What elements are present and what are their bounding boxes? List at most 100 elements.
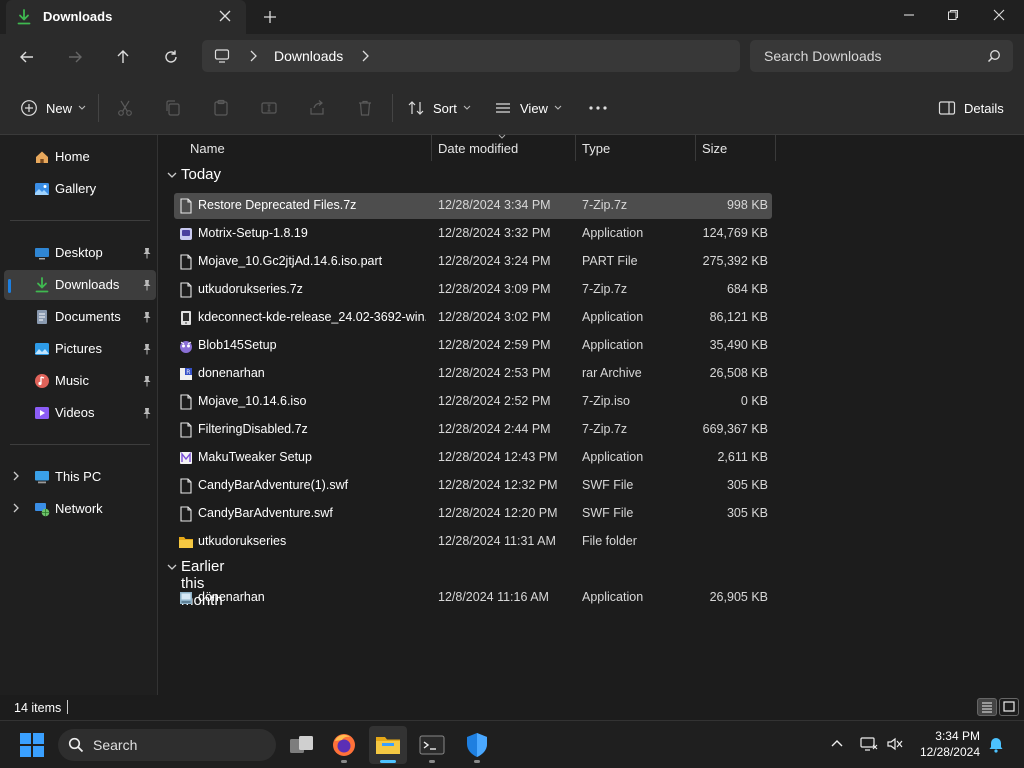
file-row[interactable]: Blob145Setup 12/28/2024 2:59 PM Applicatio… (174, 333, 772, 359)
file-type: Application (582, 338, 644, 352)
pin-icon[interactable] (142, 407, 152, 419)
sidebar-item-label: Music (55, 373, 89, 388)
column-header-name[interactable]: Name (159, 135, 431, 161)
chevron-right-icon[interactable] (360, 50, 370, 62)
column-header-date[interactable]: Date modified (432, 134, 575, 161)
file-type: SWF File (582, 478, 634, 492)
column-header-type[interactable]: Type (576, 135, 695, 161)
file-row[interactable]: CandyBarAdventure.swf 12/28/2024 12:20 PM… (174, 501, 772, 527)
sidebar-item-music[interactable]: Music (4, 366, 156, 396)
sidebar-item-desktop[interactable]: Desktop (4, 238, 156, 268)
pin-icon[interactable] (142, 279, 152, 291)
file-row[interactable]: utkudorukseries.7z 12/28/2024 3:09 PM 7-Zi… (174, 277, 772, 303)
sort-button[interactable]: Sort (407, 97, 471, 119)
close-tab-icon[interactable] (218, 9, 232, 23)
forward-button[interactable] (63, 46, 87, 68)
taskbar-file-explorer[interactable] (369, 726, 407, 764)
search-input[interactable]: Search Downloads (750, 40, 1013, 72)
monitor-icon (214, 48, 230, 64)
paste-button[interactable] (212, 97, 230, 119)
refresh-button[interactable] (159, 46, 183, 68)
file-type: PART File (582, 254, 638, 268)
file-row[interactable]: Restore Deprecated Files.7z 12/28/2024 3:… (174, 193, 772, 219)
more-options-button[interactable] (588, 97, 608, 119)
sidebar-item-documents[interactable]: Documents (4, 302, 156, 332)
column-header-size[interactable]: Size (696, 135, 775, 161)
maximize-button[interactable] (930, 0, 976, 30)
minimize-button[interactable] (886, 0, 932, 30)
file-row[interactable]: CandyBarAdventure(1).swf 12/28/2024 12:32… (174, 473, 772, 499)
new-button[interactable]: New (20, 97, 86, 119)
sidebar-item-this-pc[interactable]: This PC (4, 462, 156, 492)
cut-button[interactable] (116, 97, 134, 119)
sidebar-item-home[interactable]: Home (4, 142, 156, 172)
up-button[interactable] (111, 46, 135, 68)
details-button[interactable]: Details (938, 97, 1004, 119)
chevron-right-icon[interactable] (12, 471, 20, 481)
file-row[interactable]: Motrix-Setup-1.8.19 12/28/2024 3:32 PM App… (174, 221, 772, 247)
music-icon (34, 373, 50, 389)
view-button[interactable]: View (494, 97, 562, 119)
back-button[interactable] (15, 46, 39, 68)
pin-icon[interactable] (142, 247, 152, 259)
pin-icon[interactable] (142, 343, 152, 355)
sidebar-item-pictures[interactable]: Pictures (4, 334, 156, 364)
taskbar-search-label: Search (93, 737, 138, 753)
taskbar: Search 3:34 PM 12/28/2024 (0, 720, 1024, 768)
breadcrumb-downloads[interactable]: Downloads (274, 48, 343, 64)
new-tab-icon[interactable] (262, 9, 278, 25)
network-icon (34, 501, 50, 517)
status-bar: 14 items (0, 695, 1024, 720)
file-type: 7-Zip.7z (582, 282, 628, 296)
file-name: Blob145Setup (198, 338, 277, 352)
close-window-button[interactable] (976, 0, 1022, 30)
address-bar[interactable]: Downloads (202, 40, 740, 72)
share-button[interactable] (308, 97, 326, 119)
copy-button[interactable] (164, 97, 182, 119)
taskbar-search[interactable]: Search (58, 729, 276, 761)
sidebar-item-videos[interactable]: Videos (4, 398, 156, 428)
gallery-icon (34, 181, 50, 197)
sidebar-item-gallery[interactable]: Gallery (4, 174, 156, 204)
taskbar-firefox[interactable] (325, 726, 363, 764)
pin-icon[interactable] (142, 311, 152, 323)
file-row[interactable]: kdeconnect-kde-release_24.02-3692-win...… (174, 305, 772, 331)
taskbar-clock[interactable]: 3:34 PM 12/28/2024 (908, 728, 980, 760)
notification-bell-icon[interactable] (988, 735, 1004, 753)
file-date: 12/28/2024 3:34 PM (438, 198, 551, 212)
tab-downloads[interactable]: Downloads (6, 0, 246, 34)
chevron-right-icon[interactable] (12, 503, 20, 513)
file-row[interactable]: MakuTweaker Setup 12/28/2024 12:43 PM Appl… (174, 445, 772, 471)
file-icon (178, 254, 194, 270)
sidebar-item-network[interactable]: Network (4, 494, 156, 524)
task-view-button[interactable] (283, 726, 321, 764)
file-row[interactable]: FilteringDisabled.7z 12/28/2024 2:44 PM 7-… (174, 417, 772, 443)
delete-button[interactable] (356, 97, 374, 119)
file-size: 275,392 KB (702, 254, 768, 268)
file-row[interactable]: Rdonenarhan 12/28/2024 2:53 PM rar Archive… (174, 361, 772, 387)
windows-start-icon[interactable] (20, 733, 44, 757)
chevron-up-icon[interactable] (830, 736, 844, 750)
pin-icon[interactable] (142, 375, 152, 387)
network-status-icon[interactable] (860, 736, 878, 752)
file-name: CandyBarAdventure.swf (198, 506, 333, 520)
taskbar-terminal[interactable] (413, 726, 451, 764)
file-row[interactable]: utkudorukseries 12/28/2024 11:31 AM File f… (174, 529, 772, 555)
rename-button[interactable] (260, 97, 278, 119)
videos-icon (34, 405, 50, 421)
file-date: 12/28/2024 3:24 PM (438, 254, 551, 268)
file-row[interactable]: dönenarhan 12/8/2024 11:16 AM Application 2… (174, 585, 772, 611)
taskbar-security[interactable] (458, 726, 496, 764)
details-view-button[interactable] (977, 698, 997, 716)
sidebar-item-downloads[interactable]: Downloads (4, 270, 156, 300)
tiles-view-button[interactable] (999, 698, 1019, 716)
chevron-right-icon[interactable] (248, 50, 258, 62)
group-label: Today (181, 166, 222, 183)
column-divider[interactable] (775, 135, 776, 161)
volume-muted-icon[interactable] (886, 736, 904, 752)
file-row[interactable]: Mojave_10.14.6.iso 12/28/2024 2:52 PM 7-Zi… (174, 389, 772, 415)
running-indicator (474, 760, 480, 763)
trash-icon (356, 99, 374, 117)
column-header-label: Date modified (438, 141, 519, 156)
file-row[interactable]: Mojave_10.Gc2jtjAd.14.6.iso.part 12/28/20… (174, 249, 772, 275)
